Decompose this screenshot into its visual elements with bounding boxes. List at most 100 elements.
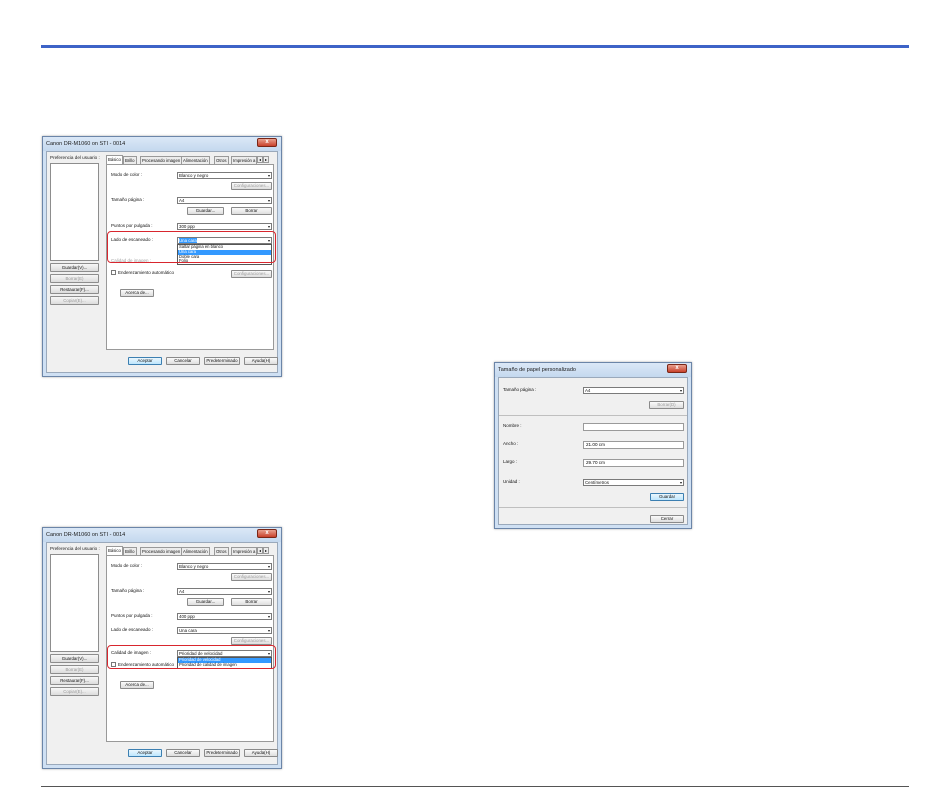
tab-imprinter[interactable]: Impresión a: [231, 156, 258, 164]
page-header-rule: [41, 45, 909, 48]
help-button[interactable]: Ayuda(H): [244, 357, 278, 365]
chevron-down-icon: ▾: [267, 224, 270, 229]
dialog-client: Tamaño página : A4 ▾ Borrar(D) Nombre : A…: [498, 377, 688, 525]
deskew-checkbox[interactable]: [111, 270, 116, 275]
deskew-label: Enderezamiento automático: [118, 270, 175, 275]
tab-others[interactable]: Otros: [214, 547, 229, 555]
scan-side-select[interactable]: Una cara ▾: [177, 627, 272, 634]
tab-feeding[interactable]: Alimentación: [181, 156, 210, 164]
save-page-size-button[interactable]: Guardar...: [187, 207, 224, 215]
dpi-select[interactable]: 300 ppp ▾: [177, 223, 272, 230]
color-mode-label: Modo de color :: [111, 172, 143, 177]
restore-preference-button[interactable]: Restaurar(F)...: [50, 285, 99, 294]
save-preference-button[interactable]: Guardar(V)...: [50, 654, 99, 663]
restore-preference-button[interactable]: Restaurar(F)...: [50, 676, 99, 685]
color-settings-button[interactable]: Configuraciones...: [231, 573, 272, 581]
page-size-label: Tamaño página :: [111, 588, 145, 593]
page-size-select[interactable]: A4 ▾: [177, 588, 272, 595]
basic-tab-panel: Modo de color : Blanco y negro ▾ Configur…: [106, 164, 276, 350]
color-mode-select[interactable]: Blanco y negro ▾: [177, 563, 272, 570]
ok-button[interactable]: Aceptar: [128, 749, 162, 757]
close-dialog-button[interactable]: Cerrar: [650, 515, 684, 523]
delete-preference-button[interactable]: Borrar(E): [50, 665, 99, 674]
divider: [499, 415, 687, 416]
driver-window-scan-side: Canon DR-M1060 on STI - 0014 x Preferenc…: [42, 136, 282, 377]
delete-page-size-button[interactable]: Borrar: [231, 207, 272, 215]
chevron-down-icon: ▾: [267, 614, 270, 619]
ok-button[interactable]: Aceptar: [128, 357, 162, 365]
tab-brightness[interactable]: Brillo: [123, 156, 137, 164]
width-input[interactable]: 21.00 cm: [583, 441, 684, 449]
defaults-button[interactable]: Predeterminado: [204, 357, 240, 365]
scan-side-label: Lado de escaneado :: [111, 627, 154, 632]
close-icon[interactable]: x: [257, 529, 277, 538]
delete-preference-button[interactable]: Borrar(E): [50, 274, 99, 283]
close-icon[interactable]: x: [257, 138, 277, 147]
tab-brightness[interactable]: Brillo: [123, 547, 137, 555]
tab-feeding[interactable]: Alimentación: [181, 547, 210, 555]
user-preference-label: Preferencia del usuario :: [50, 155, 100, 160]
window-title: Canon DR-M1060 on STI - 0014: [43, 137, 281, 151]
divider: [499, 507, 687, 508]
about-button[interactable]: Acerca de...: [120, 681, 154, 689]
chevron-down-icon: ▾: [267, 173, 270, 178]
tab-image-processing[interactable]: Procesando imagen: [140, 547, 183, 555]
basic-tab-panel: Modo de color : Blanco y negro ▾ Configur…: [106, 555, 276, 742]
save-size-button[interactable]: Guardar: [650, 493, 684, 501]
copy-preference-button[interactable]: Copiar(E)...: [50, 296, 99, 305]
tab-basic[interactable]: Básico: [106, 155, 123, 164]
tab-imprinter[interactable]: Impresión a: [231, 547, 258, 555]
chevron-down-icon: ▾: [679, 388, 682, 393]
page-size-label: Tamaño página :: [111, 197, 145, 202]
cancel-button[interactable]: Cancelar: [166, 357, 200, 365]
tab-scroll-right-icon[interactable]: ▸: [263, 547, 269, 554]
tab-image-processing[interactable]: Procesando imagen: [140, 156, 183, 164]
name-label: Nombre :: [503, 423, 522, 428]
tab-others[interactable]: Otros: [214, 156, 229, 164]
cancel-button[interactable]: Cancelar: [166, 749, 200, 757]
custom-paper-size-dialog: Tamaño de papel personalizado x Tamaño p…: [494, 362, 692, 529]
chevron-down-icon: ▾: [267, 564, 270, 569]
length-input[interactable]: 29.70 cm: [583, 459, 684, 467]
chevron-down-icon: ▾: [267, 589, 270, 594]
close-icon[interactable]: x: [667, 364, 687, 373]
copy-preference-button[interactable]: Copiar(E)...: [50, 687, 99, 696]
dpi-label: Puntos por pulgada :: [111, 223, 153, 228]
delete-page-size-button[interactable]: Borrar: [231, 598, 272, 606]
page-size-select[interactable]: A4 ▾: [583, 387, 684, 394]
chevron-down-icon: ▾: [267, 628, 270, 633]
tab-basic[interactable]: Básico: [106, 546, 123, 555]
color-mode-label: Modo de color :: [111, 563, 143, 568]
page-size-label: Tamaño página :: [503, 387, 537, 392]
page-footer-rule: [41, 786, 909, 787]
deskew-settings-button[interactable]: Configuraciones...: [231, 270, 272, 278]
user-preference-list[interactable]: [50, 554, 99, 652]
help-button[interactable]: Ayuda(H): [244, 749, 278, 757]
name-input[interactable]: [583, 423, 684, 431]
color-mode-select[interactable]: Blanco y negro ▾: [177, 172, 272, 179]
chevron-down-icon: ▾: [267, 198, 270, 203]
tab-scroll-right-icon[interactable]: ▸: [263, 156, 269, 163]
width-label: Ancho :: [503, 441, 519, 446]
defaults-button[interactable]: Predeterminado: [204, 749, 240, 757]
tab-strip: Básico Brillo Procesando imagen Alimenta…: [106, 546, 275, 555]
highlight-box: [107, 231, 276, 263]
driver-window-image-quality: Canon DR-M1060 on STI - 0014 x Preferenc…: [42, 527, 282, 769]
save-preference-button[interactable]: Guardar(V)...: [50, 263, 99, 272]
window-client: Preferencia del usuario : Guardar(V)... …: [46, 542, 278, 765]
scan-side-settings-button[interactable]: Configuraciones...: [231, 637, 272, 645]
window-title: Canon DR-M1060 on STI - 0014: [43, 528, 281, 542]
user-preference-list[interactable]: [50, 163, 99, 261]
length-label: Largo :: [503, 459, 518, 464]
dialog-title: Tamaño de papel personalizado: [495, 363, 691, 377]
window-client: Preferencia del usuario : Guardar(V)... …: [46, 151, 278, 373]
dpi-select[interactable]: 400 ppp ▾: [177, 613, 272, 620]
unit-select[interactable]: Centímetros ▾: [583, 479, 684, 486]
about-button[interactable]: Acerca de...: [120, 289, 154, 297]
chevron-down-icon: ▾: [679, 480, 682, 485]
save-page-size-button[interactable]: Guardar...: [187, 598, 224, 606]
page-size-select[interactable]: A4 ▾: [177, 197, 272, 204]
delete-size-button[interactable]: Borrar(D): [649, 401, 684, 409]
unit-label: Unidad :: [503, 479, 520, 484]
color-settings-button[interactable]: Configuraciones...: [231, 182, 272, 190]
